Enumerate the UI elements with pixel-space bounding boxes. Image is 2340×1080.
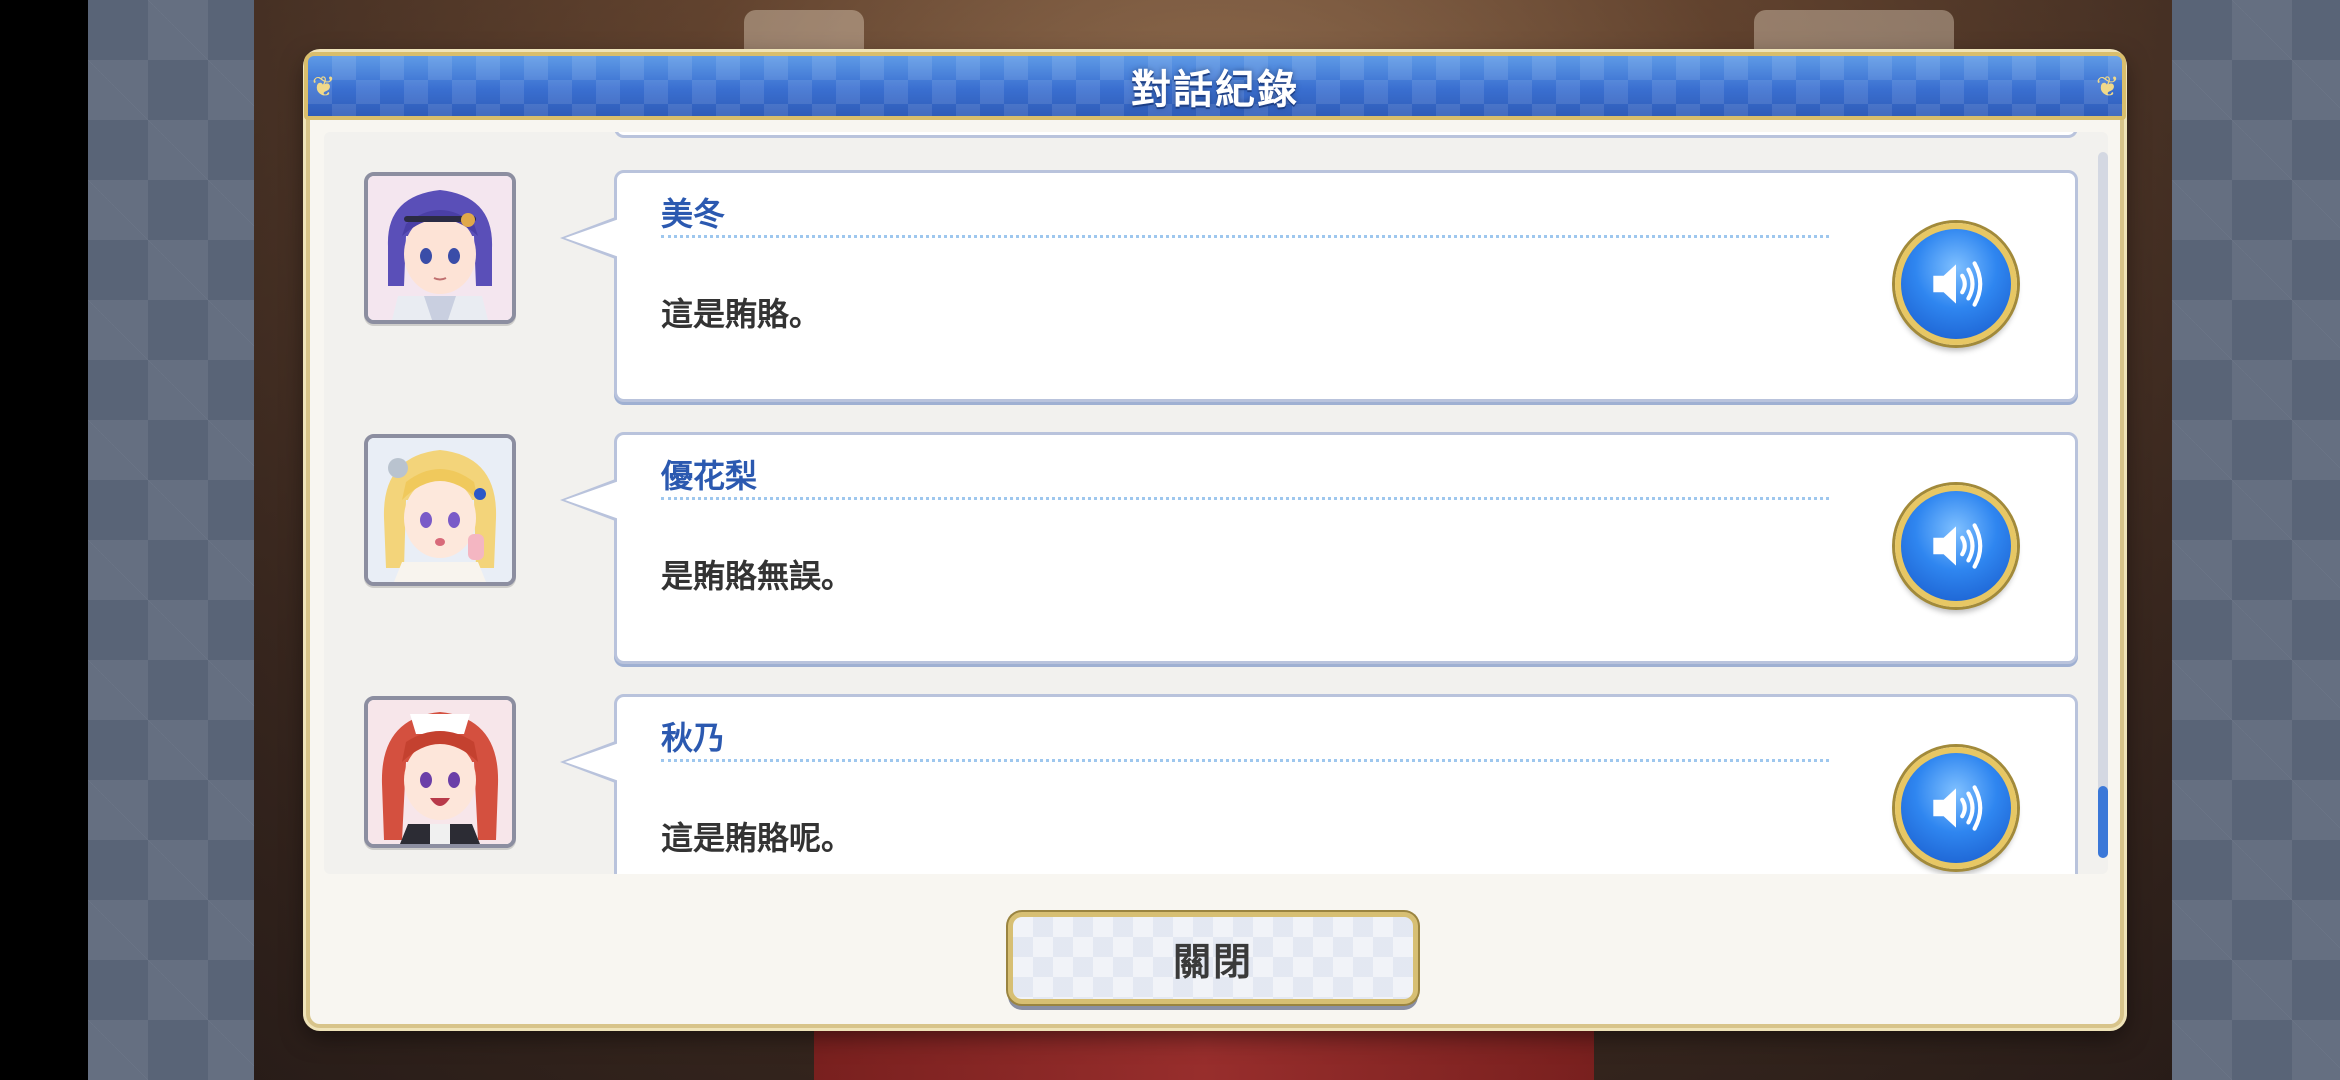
- name-divider: [661, 235, 1829, 238]
- play-voice-button[interactable]: [1895, 223, 2017, 345]
- speaker-name: 優花梨: [661, 457, 758, 495]
- dialogue-log-dialog: ❦ 對話紀錄 ❦ 美冬 這是賄賂。 優花梨 是賄賂無誤。 秋乃 這是賄賂呢。 關…: [304, 52, 2126, 1028]
- speaker-icon: [1933, 523, 1983, 569]
- speaker-icon: [1933, 785, 1983, 831]
- scrollbar-thumb[interactable]: [2098, 786, 2108, 858]
- bubble-tail-fill: [565, 743, 619, 781]
- dialog-title: 對話紀錄: [1131, 67, 1299, 113]
- speaker-name: 美冬: [661, 195, 726, 233]
- character-portrait-icon: [364, 434, 516, 586]
- speech-text: 這是賄賂。: [661, 295, 822, 333]
- play-voice-button[interactable]: [1895, 485, 2017, 607]
- speech-text: 是賄賂無誤。: [661, 557, 854, 595]
- name-divider: [661, 497, 1829, 500]
- speech-bubble: 美冬 這是賄賂。: [614, 170, 2078, 402]
- close-button[interactable]: 關閉: [1008, 912, 1418, 1004]
- speaker-icon: [1933, 261, 1983, 307]
- scrollbar-track[interactable]: [2098, 152, 2108, 858]
- speech-bubble: 秋乃 這是賄賂呢。: [614, 694, 2078, 874]
- speaker-name: 秋乃: [661, 719, 726, 757]
- bubble-tail-fill: [565, 481, 619, 519]
- bubble-tail-fill: [565, 219, 619, 257]
- character-portrait-icon: [364, 172, 516, 324]
- log-entry: 優花梨 是賄賂無誤。: [324, 398, 2108, 664]
- name-divider: [661, 759, 1829, 762]
- close-button-label: 關閉: [1172, 939, 1253, 984]
- ornament-icon: ❦: [2096, 70, 2120, 103]
- dialogue-log-list[interactable]: 美冬 這是賄賂。 優花梨 是賄賂無誤。 秋乃 這是賄賂呢。: [324, 132, 2108, 874]
- ornament-icon: ❦: [312, 70, 336, 103]
- speech-bubble: 優花梨 是賄賂無誤。: [614, 432, 2078, 664]
- play-voice-button[interactable]: [1895, 747, 2017, 869]
- speech-text: 這是賄賂呢。: [661, 819, 854, 857]
- right-argyle-panel: [2172, 0, 2340, 1080]
- left-argyle-panel: [88, 0, 254, 1080]
- backdrop-carpet: [814, 1030, 1594, 1080]
- character-portrait-icon: [364, 696, 516, 848]
- dialog-title-bar: ❦ 對話紀錄 ❦: [304, 52, 2126, 120]
- log-entry: 秋乃 這是賄賂呢。: [324, 660, 2108, 874]
- log-entry: 美冬 這是賄賂。: [324, 136, 2108, 402]
- screen-cutout: [0, 0, 88, 1080]
